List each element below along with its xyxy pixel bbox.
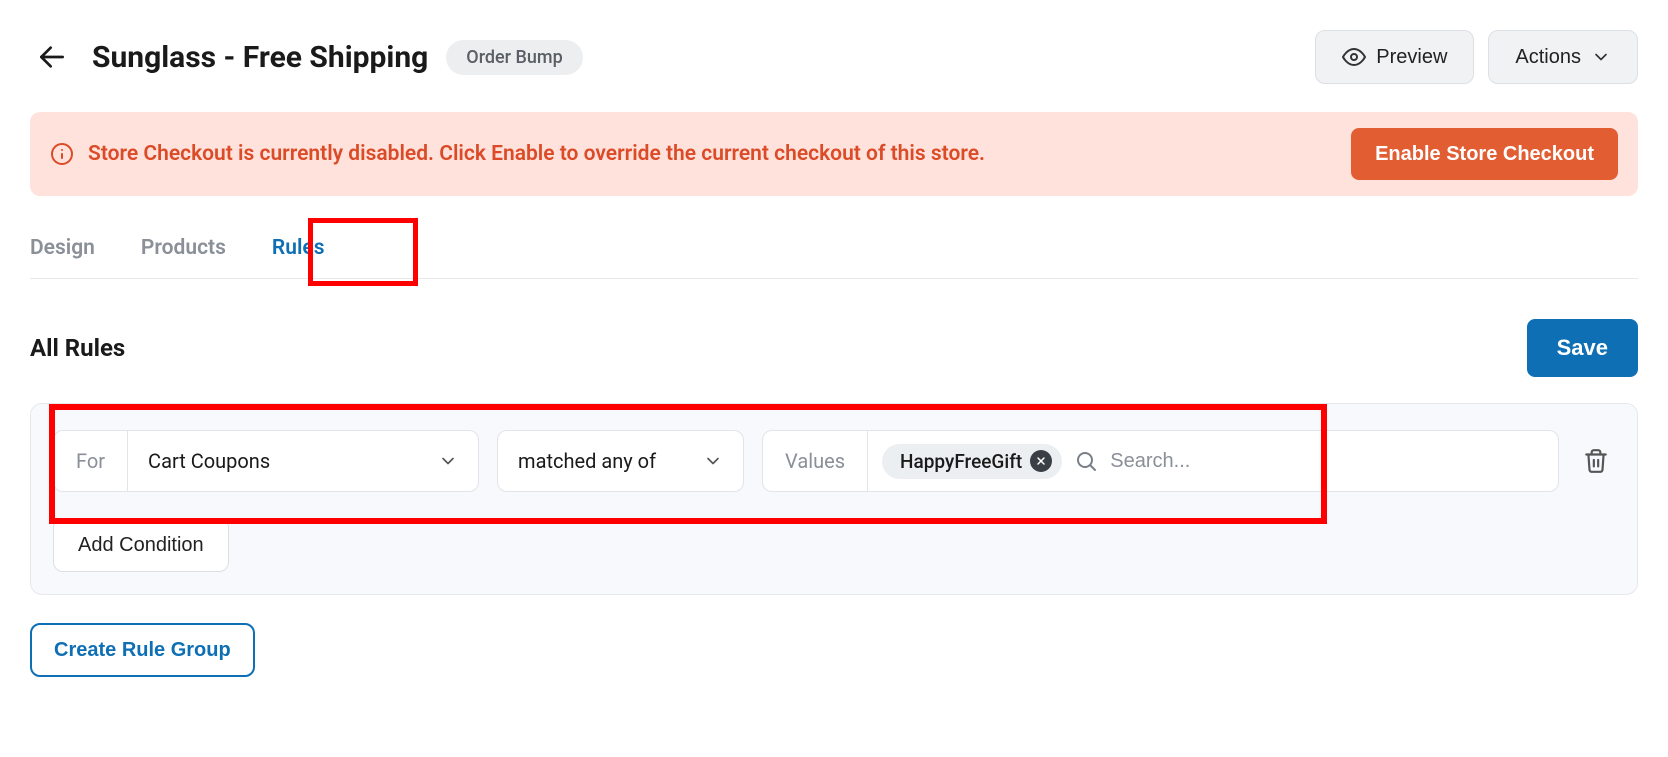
enable-store-checkout-button[interactable]: Enable Store Checkout [1351, 128, 1618, 180]
actions-button[interactable]: Actions [1488, 30, 1638, 84]
tab-design[interactable]: Design [30, 226, 95, 278]
tabs: Design Products Rules [30, 226, 1638, 279]
search-icon [1074, 449, 1098, 473]
preview-button[interactable]: Preview [1315, 30, 1474, 84]
delete-rule-icon[interactable] [1577, 448, 1615, 474]
add-condition-button[interactable]: Add Condition [53, 518, 229, 572]
preview-label: Preview [1376, 46, 1447, 69]
save-button[interactable]: Save [1527, 319, 1638, 377]
tab-rules[interactable]: Rules [272, 226, 325, 278]
rules-title: All Rules [30, 334, 125, 362]
alert-text: Store Checkout is currently disabled. Cl… [88, 142, 985, 166]
chevron-down-icon [1591, 47, 1611, 67]
actions-label: Actions [1515, 46, 1581, 69]
values-field-group: Values HappyFreeGift [762, 430, 1559, 492]
page-header: Sunglass - Free Shipping Order Bump Prev… [30, 0, 1638, 112]
rule-panel: For Cart Coupons matched any of [30, 403, 1638, 595]
chip-text: HappyFreeGift [900, 450, 1022, 473]
chip-remove-icon[interactable] [1030, 450, 1052, 472]
for-select-value: Cart Coupons [148, 449, 270, 473]
create-rule-group-button[interactable]: Create Rule Group [30, 623, 255, 677]
order-bump-badge: Order Bump [446, 40, 582, 75]
rule-row: For Cart Coupons matched any of [53, 430, 1615, 492]
page-title: Sunglass - Free Shipping [92, 40, 428, 75]
values-label: Values [763, 431, 868, 491]
eye-icon [1342, 45, 1366, 69]
for-field-group: For Cart Coupons [53, 430, 479, 492]
match-field-group: matched any of [497, 430, 744, 492]
values-area[interactable]: HappyFreeGift [868, 431, 1558, 491]
values-search-input[interactable] [1110, 450, 1544, 473]
rules-header: All Rules Save [30, 319, 1638, 377]
for-label: For [54, 431, 128, 491]
for-select[interactable]: Cart Coupons [128, 431, 478, 491]
value-chip: HappyFreeGift [882, 444, 1062, 479]
tab-products[interactable]: Products [141, 226, 226, 278]
chevron-down-icon [703, 451, 723, 471]
store-checkout-alert: Store Checkout is currently disabled. Cl… [30, 112, 1638, 196]
chevron-down-icon [438, 451, 458, 471]
back-arrow-icon[interactable] [30, 35, 74, 79]
match-select-value: matched any of [518, 449, 656, 473]
info-icon [50, 142, 74, 166]
match-select[interactable]: matched any of [498, 431, 743, 491]
